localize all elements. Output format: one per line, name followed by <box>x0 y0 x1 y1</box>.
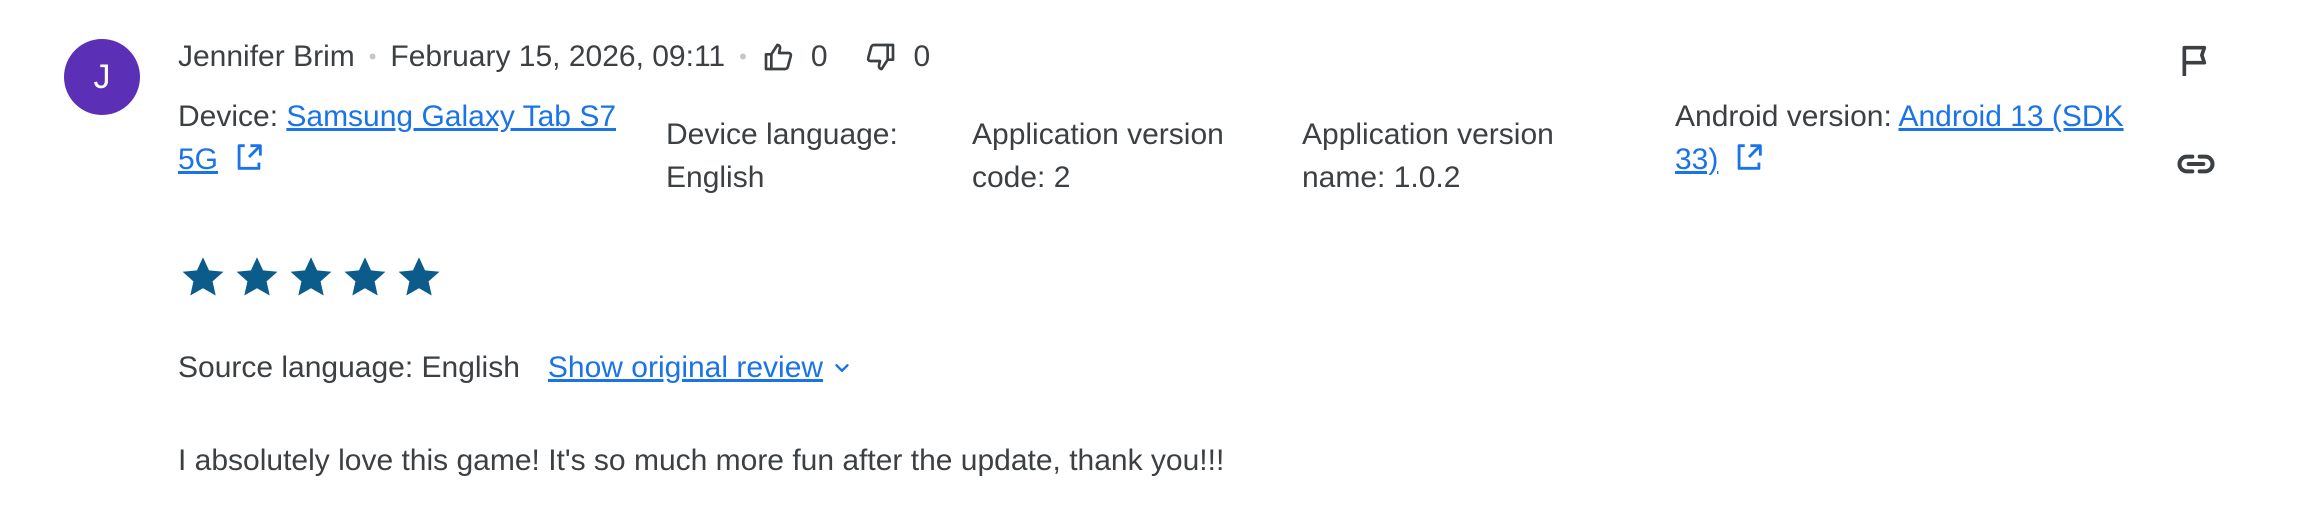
source-language-row: Source language: English Show original r… <box>178 348 853 388</box>
source-language: Source language: English <box>178 351 520 384</box>
app-version-code-value: code: 2 <box>972 161 1071 194</box>
device-language: Device language: English <box>666 113 898 199</box>
device-language-value: English <box>666 161 765 194</box>
android-link-continued[interactable]: 33) <box>1675 143 1718 176</box>
star-icon <box>290 257 332 296</box>
open-in-new-icon[interactable] <box>1732 140 1766 174</box>
app-version-code-label: Application version <box>972 118 1224 151</box>
avatar-initial: J <box>93 57 111 96</box>
star-icon <box>236 257 278 296</box>
android-link[interactable]: Android 13 (SDK <box>1898 100 2123 133</box>
thumbs-down-icon <box>866 43 894 71</box>
flag-icon <box>2182 45 2207 76</box>
show-original-review-link[interactable]: Show original review <box>548 351 853 385</box>
separator-dot: • <box>739 44 747 69</box>
review-date: February 15, 2026, 09:11 <box>390 40 726 73</box>
copy-link-button[interactable] <box>2172 140 2220 188</box>
app-version-name: Application version name: 1.0.2 <box>1302 113 1554 199</box>
open-in-new-icon[interactable] <box>232 140 266 174</box>
device-link-continued[interactable]: 5G <box>178 143 218 176</box>
star-icon <box>398 257 440 296</box>
flag-button[interactable] <box>2172 37 2220 85</box>
device-link[interactable]: Samsung Galaxy Tab S7 <box>286 100 616 133</box>
avatar: J <box>64 39 140 115</box>
author-name: Jennifer Brim <box>178 40 355 73</box>
app-version-code: Application version code: 2 <box>972 113 1224 199</box>
like-count: 0 <box>810 40 828 73</box>
chevron-down-icon <box>835 364 849 372</box>
like-button[interactable]: 0 <box>761 40 828 74</box>
android-label: Android version: <box>1675 100 1899 133</box>
star-icon <box>344 257 386 296</box>
dislike-button[interactable]: 0 <box>864 40 931 74</box>
show-original-review-label: Show original review <box>547 351 824 384</box>
thumbs-up-icon <box>764 43 793 71</box>
star-rating <box>178 252 444 302</box>
dislike-count: 0 <box>913 40 931 73</box>
android-version: Android version: Android 13 (SDK 33) <box>1675 95 2124 181</box>
app-version-name-label: Application version <box>1302 118 1554 151</box>
star-icon <box>182 257 224 296</box>
device-language-label: Device language: <box>666 118 898 151</box>
link-icon <box>2177 154 2215 174</box>
review-header: Jennifer Brim • February 15, 2026, 09:11… <box>178 35 930 79</box>
app-version-name-value: name: 1.0.2 <box>1302 161 1461 194</box>
device-label: Device: <box>178 100 287 133</box>
separator-dot: • <box>368 44 377 69</box>
device-info: Device: Samsung Galaxy Tab S7 5G <box>178 95 616 181</box>
review-text: I absolutely love this game! It's so muc… <box>178 444 1225 477</box>
